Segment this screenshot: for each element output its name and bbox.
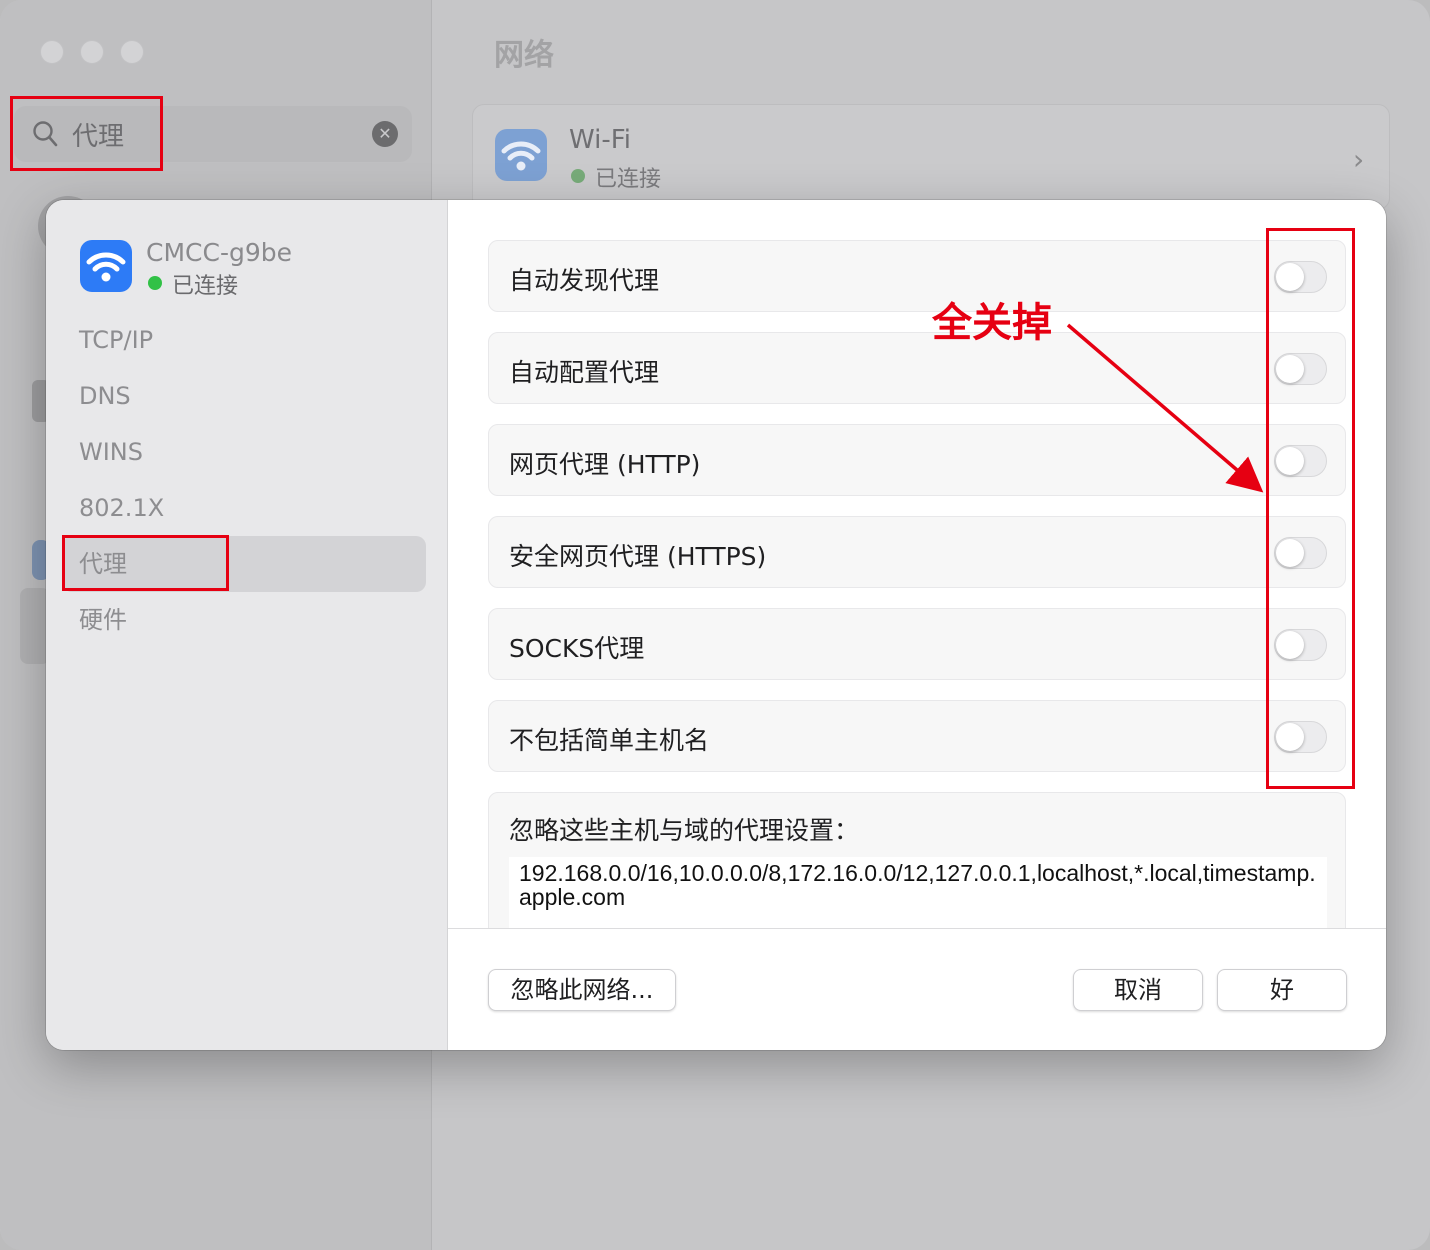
annotation-arrow-icon — [1066, 323, 1264, 493]
